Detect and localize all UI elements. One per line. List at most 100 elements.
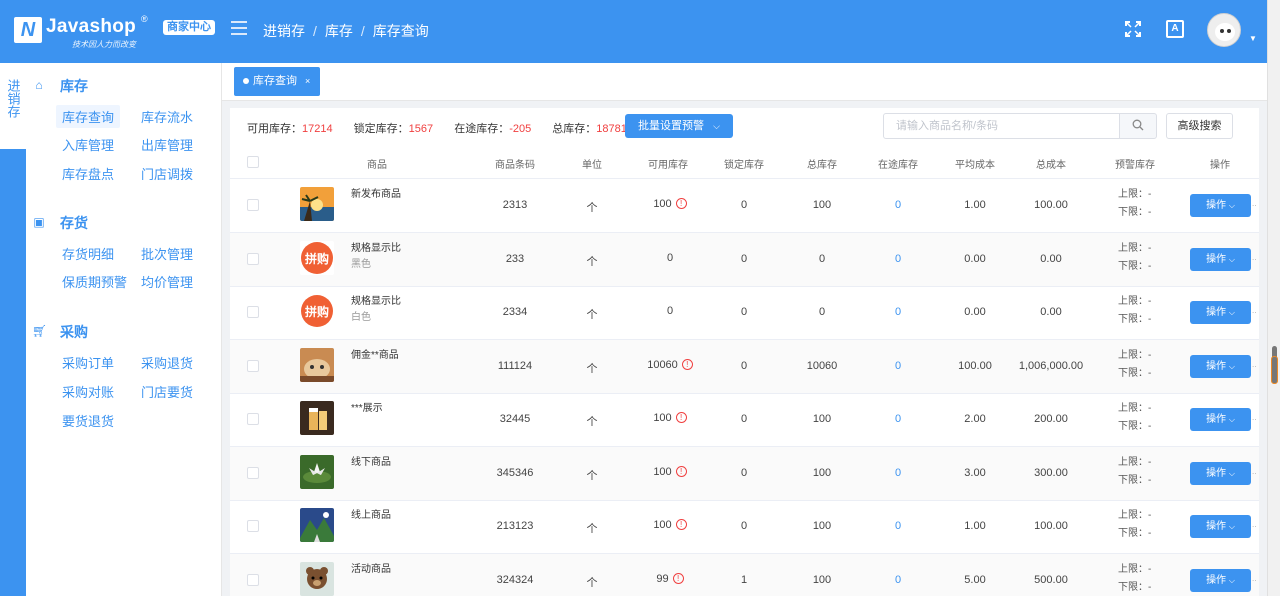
product-thumbnail[interactable] <box>300 187 334 221</box>
operation-button[interactable]: 操作 ⌵ <box>1190 248 1251 271</box>
select-all-checkbox[interactable] <box>247 156 259 168</box>
nav-link-outbound[interactable]: 出库管理 <box>141 135 193 154</box>
more-icon: .. <box>1252 199 1257 208</box>
upper-label: 上限： <box>1118 403 1148 414</box>
lower-value: - <box>1148 314 1152 325</box>
row-checkbox[interactable] <box>247 467 259 479</box>
locked-cell: 0 <box>740 520 748 532</box>
row-checkbox[interactable] <box>247 520 259 532</box>
fullscreen-icon[interactable] <box>1124 20 1142 38</box>
lower-value: - <box>1148 368 1152 379</box>
nav-link-stock-detail[interactable]: 存货明细 <box>62 244 114 263</box>
operation-button[interactable]: 操作 ⌵ <box>1190 462 1251 485</box>
product-name[interactable]: ***展示 <box>351 399 383 414</box>
operation-button[interactable]: 操作 ⌵ <box>1190 194 1251 217</box>
nav-link-purchase-order[interactable]: 采购订单 <box>62 353 114 372</box>
available-cell: 0 <box>630 305 710 317</box>
product-name[interactable]: 规格显示比 <box>351 239 401 254</box>
alert-limits: 上限：- 下限：- <box>1118 507 1151 543</box>
row-checkbox[interactable] <box>247 199 259 211</box>
svg-text:拼购: 拼购 <box>305 251 329 266</box>
transit-link[interactable]: 0 <box>868 253 928 265</box>
warning-icon[interactable]: ! <box>675 519 687 530</box>
transit-link[interactable]: 0 <box>868 520 928 532</box>
summary-label: 在途库存： <box>454 123 510 135</box>
row-checkbox[interactable] <box>247 253 259 265</box>
transit-link[interactable]: 0 <box>868 360 928 372</box>
row-checkbox[interactable] <box>247 306 259 318</box>
search-button[interactable] <box>1119 113 1157 139</box>
search-input[interactable]: 请输入商品名称/条码 <box>883 113 1120 139</box>
lower-label: 下限： <box>1118 421 1148 432</box>
transit-link[interactable]: 0 <box>868 199 928 211</box>
advanced-search-button[interactable]: 高级搜索 <box>1166 113 1233 139</box>
nav-link-batch[interactable]: 批次管理 <box>141 244 193 263</box>
tab-stock-query[interactable]: 库存查询 × <box>234 67 321 96</box>
unit-cell: 个 <box>586 577 598 589</box>
row-checkbox[interactable] <box>247 413 259 425</box>
page-scrollbar[interactable] <box>1267 0 1280 596</box>
product-thumbnail[interactable] <box>300 348 334 382</box>
warning-icon[interactable]: ! <box>675 466 687 477</box>
module-sidebar-fill <box>0 149 26 596</box>
row-checkbox[interactable] <box>247 360 259 372</box>
alert-limits: 上限：- 下限：- <box>1118 454 1151 490</box>
row-checkbox[interactable] <box>247 574 259 586</box>
avatar[interactable] <box>1207 13 1241 47</box>
upper-label: 上限： <box>1118 296 1148 307</box>
product-name[interactable]: 规格显示比 <box>351 292 401 307</box>
nav-link-inbound[interactable]: 入库管理 <box>62 135 114 154</box>
nav-link-stock-query[interactable]: 库存查询 <box>56 105 121 128</box>
nav-link-purchase-return[interactable]: 采购退货 <box>141 353 193 372</box>
nav-link-store-transfer[interactable]: 门店调拨 <box>141 164 193 183</box>
operation-button[interactable]: 操作 ⌵ <box>1190 569 1251 592</box>
product-thumbnail[interactable] <box>300 562 334 596</box>
nav-link-request-return[interactable]: 要货退货 <box>62 411 114 430</box>
warning-icon[interactable]: ! <box>681 359 693 370</box>
product-name[interactable]: 线上商品 <box>351 506 391 521</box>
product-thumbnail[interactable]: 拼购 <box>300 241 334 275</box>
close-icon[interactable]: × <box>305 76 310 86</box>
nav-link-expiry-alert[interactable]: 保质期预警 <box>62 272 127 291</box>
operation-button[interactable]: 操作 ⌵ <box>1190 301 1251 324</box>
product-thumbnail[interactable] <box>300 455 334 489</box>
menu-toggle-icon[interactable] <box>231 21 247 35</box>
nav-link-stock-flow[interactable]: 库存流水 <box>141 107 193 126</box>
product-thumbnail[interactable] <box>300 508 334 542</box>
barcode-cell: 324324 <box>496 574 534 586</box>
breadcrumb-item[interactable]: 库存 <box>325 23 353 39</box>
total-cost-cell: 300.00 <box>1034 467 1068 479</box>
product-thumbnail[interactable]: 拼购 <box>300 294 334 328</box>
avg-cost-cell: 5.00 <box>964 574 986 586</box>
nav-link-avg-price[interactable]: 均价管理 <box>141 272 193 291</box>
col-header: 单位 <box>582 160 602 171</box>
nav-link-stocktake[interactable]: 库存盘点 <box>62 164 114 183</box>
nav-link-store-request[interactable]: 门店要货 <box>141 382 193 401</box>
transit-link[interactable]: 0 <box>868 467 928 479</box>
product-thumbnail[interactable] <box>300 401 334 435</box>
nav-link-purchase-reconcile[interactable]: 采购对账 <box>62 382 114 401</box>
available-cell: 100! <box>630 519 710 531</box>
warning-icon[interactable]: ! <box>675 198 687 209</box>
operation-button[interactable]: 操作 ⌵ <box>1190 408 1251 431</box>
available-cell: 100! <box>630 198 710 210</box>
total-cost-cell: 100.00 <box>1034 199 1068 211</box>
product-name[interactable]: 新发布商品 <box>351 185 401 200</box>
breadcrumb-item[interactable]: 进销存 <box>263 23 305 39</box>
operation-label: 操作 <box>1206 361 1227 372</box>
batch-alert-button[interactable]: 批量设置预警 ⌵ <box>625 114 733 138</box>
operation-button[interactable]: 操作 ⌵ <box>1190 355 1251 378</box>
product-name[interactable]: 佣金**商品 <box>351 346 399 361</box>
product-name[interactable]: 活动商品 <box>351 560 391 575</box>
transit-link[interactable]: 0 <box>868 306 928 318</box>
operation-button[interactable]: 操作 ⌵ <box>1190 515 1251 538</box>
transit-link[interactable]: 0 <box>868 574 928 586</box>
transit-link[interactable]: 0 <box>868 413 928 425</box>
module-item-inventory[interactable]: 进销存 <box>0 73 26 149</box>
chevron-down-icon[interactable]: ▼ <box>1249 34 1257 43</box>
product-name[interactable]: 线下商品 <box>351 453 391 468</box>
language-icon[interactable]: A <box>1166 20 1184 38</box>
warning-icon[interactable]: ! <box>675 412 687 423</box>
logo[interactable]: N Javashop ® 技术因人力而改变 商家中心 <box>14 14 224 54</box>
warning-icon[interactable]: ! <box>672 573 684 584</box>
